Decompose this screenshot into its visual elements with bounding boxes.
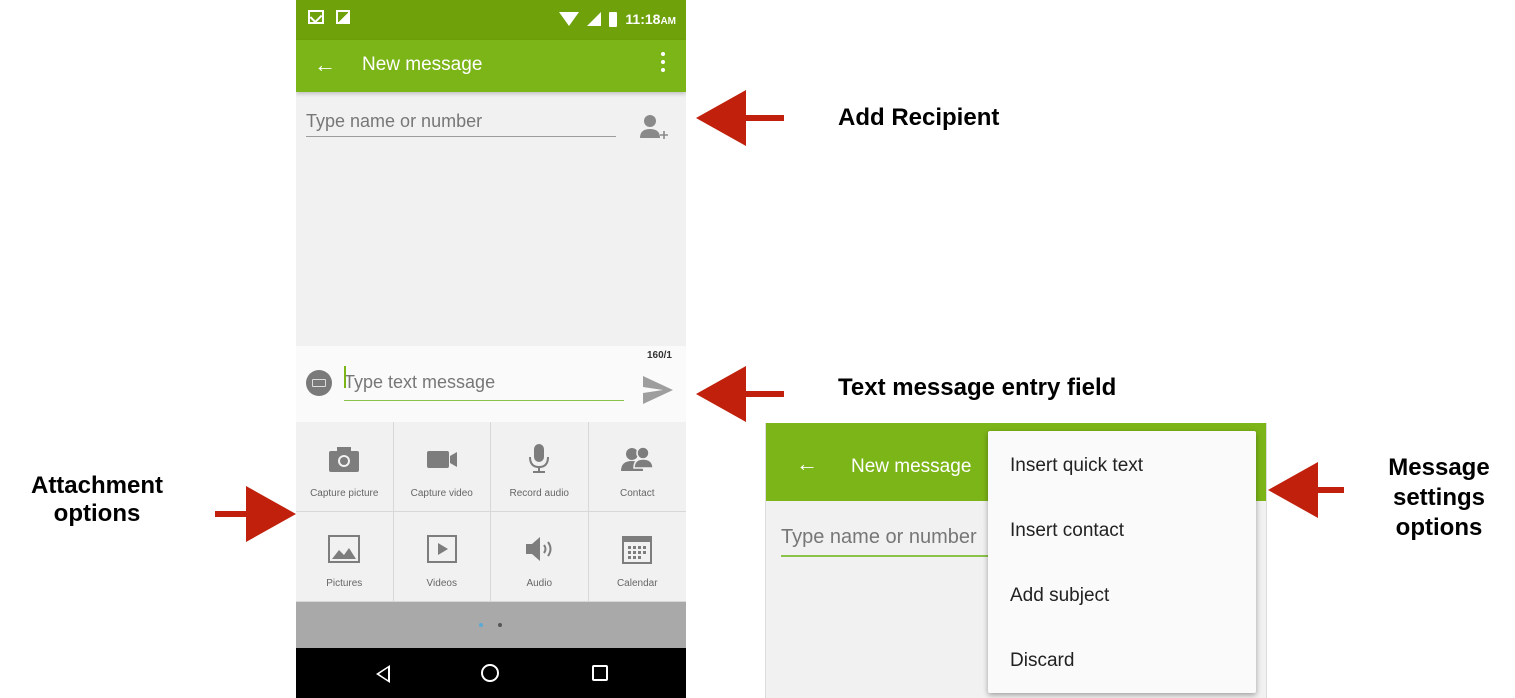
callout-attachment: Attachment options: [12, 472, 182, 528]
attach-label: Videos: [426, 578, 457, 589]
attach-contact[interactable]: Contact: [588, 422, 686, 512]
compose-bar: 160/1: [296, 346, 686, 422]
camera-icon: [329, 447, 360, 472]
microphone-icon: [529, 444, 550, 473]
attach-label: Record audio: [509, 488, 569, 499]
gmail-icon: [308, 10, 324, 24]
arrow-add-recipient-shaft: [744, 115, 784, 121]
menu-screenshot: ← New message Insert quick text Insert c…: [765, 423, 1267, 698]
arrow-attachment: [246, 486, 296, 542]
attach-label: Audio: [526, 578, 553, 589]
signal-icon: [587, 12, 602, 26]
nav-recents-icon[interactable]: [592, 665, 608, 681]
menu-add-subject[interactable]: Add subject: [1010, 585, 1109, 607]
callout-settings-line1: Message: [1388, 454, 1490, 481]
back-arrow-icon[interactable]: ←: [796, 451, 818, 477]
notification-icons: [308, 10, 351, 29]
callout-settings-line3: options: [1395, 514, 1483, 541]
app-toolbar: ← New message: [296, 40, 686, 92]
attach-calendar[interactable]: Calendar: [588, 512, 686, 602]
attach-pictures[interactable]: Pictures: [296, 512, 394, 602]
menu-insert-quick-text[interactable]: Insert quick text: [1010, 455, 1143, 477]
attachment-grid: Capture picture Capture video Record aud…: [296, 422, 686, 602]
message-input[interactable]: [344, 364, 624, 401]
video-icon: [426, 535, 457, 563]
attach-label: Capture picture: [310, 488, 379, 499]
status-time-value: 11:18: [625, 11, 661, 27]
arrow-text-entry-shaft: [744, 391, 784, 397]
speaker-icon: [526, 537, 552, 561]
status-indicators: 11:18AM: [559, 11, 676, 27]
arrow-add-recipient: [696, 90, 746, 146]
status-ampm: AM: [660, 16, 676, 27]
video-camera-icon: [426, 451, 457, 468]
page-indicator: [296, 602, 686, 648]
back-arrow-icon[interactable]: ←: [314, 52, 336, 78]
menu-discard[interactable]: Discard: [1010, 650, 1074, 672]
battery-icon: [609, 11, 618, 27]
page-title-2: New message: [851, 456, 972, 477]
nav-back-icon[interactable]: [376, 665, 390, 683]
attach-record-audio[interactable]: Record audio: [491, 422, 589, 512]
char-counter: 160/1: [646, 350, 672, 361]
attach-audio[interactable]: Audio: [491, 512, 589, 602]
navigation-bar: [296, 648, 686, 698]
callout-settings: Message settings options: [1365, 453, 1513, 543]
menu-insert-contact[interactable]: Insert contact: [1010, 520, 1124, 542]
page-dot: [498, 623, 502, 627]
arrow-settings: [1268, 462, 1318, 518]
attach-videos[interactable]: Videos: [393, 512, 491, 602]
overflow-menu-icon[interactable]: [660, 52, 666, 74]
status-time: 11:18AM: [625, 11, 676, 27]
calendar-icon: [622, 536, 653, 564]
attach-capture-picture[interactable]: Capture picture: [296, 422, 394, 512]
emoji-keyboard-icon[interactable]: [306, 370, 332, 396]
text-cursor: [344, 366, 346, 388]
page-title: New message: [362, 54, 483, 75]
attach-capture-video[interactable]: Capture video: [393, 422, 491, 512]
attach-label: Pictures: [326, 578, 363, 589]
callout-add-recipient: Add Recipient: [838, 104, 1000, 131]
attach-label: Calendar: [616, 578, 658, 589]
attach-label: Capture video: [410, 488, 473, 499]
contact-icon: [621, 446, 655, 471]
callout-attachment-line2: options: [53, 500, 141, 527]
wifi-icon: [559, 12, 580, 26]
attach-label: Contact: [620, 488, 655, 499]
page-dot-active: [479, 623, 483, 627]
add-recipient-icon[interactable]: [638, 111, 670, 145]
nav-home-icon[interactable]: [481, 664, 499, 682]
overflow-menu: Insert quick text Insert contact Add sub…: [988, 431, 1256, 693]
picture-icon: [328, 535, 361, 563]
callout-attachment-line1: Attachment: [30, 472, 163, 499]
image-notification-icon: [336, 10, 351, 24]
status-bar: 11:18AM: [296, 0, 686, 40]
callout-settings-line2: settings: [1392, 484, 1485, 511]
phone-screenshot: 11:18AM ← New message 160/1 Capture pic: [296, 0, 686, 698]
arrow-settings-shaft: [1316, 487, 1344, 493]
recipient-input[interactable]: [306, 106, 616, 137]
callout-text-entry: Text message entry field: [838, 374, 1117, 401]
arrow-text-entry: [696, 366, 746, 422]
send-icon[interactable]: [641, 374, 675, 406]
